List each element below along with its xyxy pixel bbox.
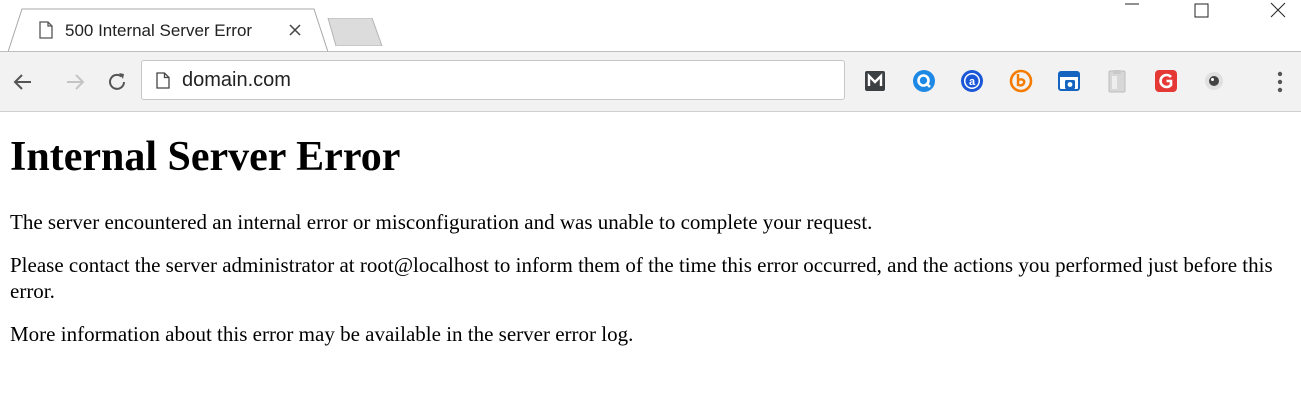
svg-text:a: a xyxy=(969,76,976,88)
browser-toolbar: a xyxy=(0,52,1301,112)
b-extension-icon[interactable] xyxy=(1007,67,1035,95)
g-extension-icon[interactable] xyxy=(1152,67,1180,95)
close-icon[interactable] xyxy=(1255,0,1301,20)
reload-icon xyxy=(109,73,125,90)
back-button[interactable] xyxy=(8,67,38,97)
minimize-icon[interactable] xyxy=(1109,0,1155,20)
kebab-menu-icon xyxy=(1277,71,1283,93)
arrow-left-icon xyxy=(13,74,31,90)
browser-tab[interactable]: 500 Internal Server Error xyxy=(8,8,328,52)
error-description: The server encountered an internal error… xyxy=(10,210,873,234)
eye-extension-icon[interactable] xyxy=(1200,67,1228,95)
url-input[interactable] xyxy=(182,65,822,95)
new-tab-button[interactable] xyxy=(324,17,386,47)
page-icon xyxy=(156,72,170,89)
reload-button[interactable] xyxy=(102,67,132,97)
m-extension-icon[interactable] xyxy=(861,67,889,95)
menu-button[interactable] xyxy=(1266,67,1294,97)
camera-extension-icon[interactable] xyxy=(1055,67,1083,95)
tab-close-icon[interactable] xyxy=(283,18,307,42)
maximize-icon[interactable] xyxy=(1179,0,1225,20)
a-extension-icon[interactable]: a xyxy=(958,67,986,95)
arrow-right-icon xyxy=(67,74,85,90)
page-title: Internal Server Error xyxy=(10,134,401,180)
clipboard-extension-icon[interactable] xyxy=(1103,67,1131,95)
page-content: Internal Server Error The server encount… xyxy=(10,112,1295,347)
forward-button[interactable] xyxy=(60,67,90,97)
page-icon xyxy=(38,21,54,39)
error-log-note: More information about this error may be… xyxy=(10,322,634,346)
tab-strip: 500 Internal Server Error xyxy=(0,0,1301,52)
q-extension-icon[interactable] xyxy=(910,67,938,95)
window-controls xyxy=(1109,0,1301,20)
tab-title: 500 Internal Server Error xyxy=(65,21,253,40)
address-bar[interactable] xyxy=(141,60,845,100)
contact-instructions: Please contact the server administrator … xyxy=(10,253,1273,303)
